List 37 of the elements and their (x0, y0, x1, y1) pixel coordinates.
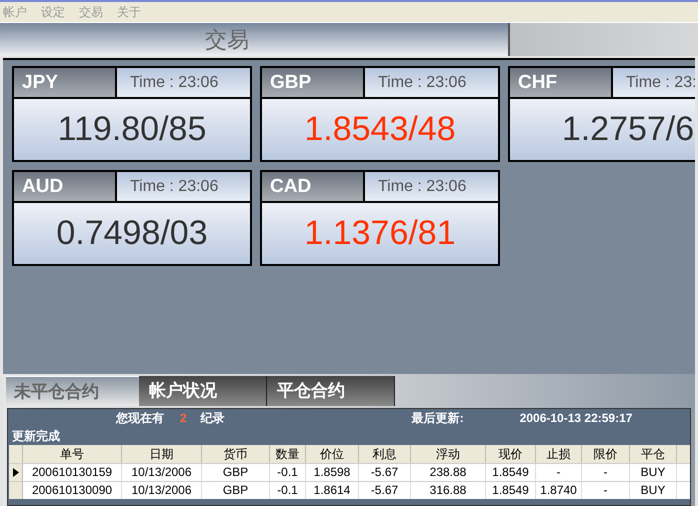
quote-price: 1.8543/48 (304, 109, 456, 150)
quote-price: 1.2757/6 (562, 109, 694, 150)
quote-time: Time : 23:06 (365, 172, 498, 201)
quote-time: Time : 23:06 (117, 172, 250, 201)
table-cell: 10/13/2006 (122, 482, 202, 499)
status-text: 更新完成 (11, 428, 61, 445)
record-count-text: 您现在有 (116, 410, 164, 427)
last-updated-value: 2006-10-13 22:59:17 (520, 410, 632, 427)
record-count: 2 (180, 410, 187, 427)
quote-price: 1.1376/81 (304, 213, 456, 254)
tab[interactable]: 帐户状况 (139, 376, 267, 406)
table-cell: -5.67 (359, 482, 411, 499)
row-header[interactable] (9, 464, 23, 481)
currency-label: GBP (262, 68, 365, 97)
table-cell: 316.88 (411, 482, 486, 499)
section-title: 交易 (205, 26, 249, 54)
table-cell: 1.8549 (486, 482, 536, 499)
table-cell: BUY (630, 482, 677, 499)
table-cell: 200610130090 (23, 482, 122, 499)
current-row-icon (12, 468, 18, 477)
quote-time: Time : 23:06 (365, 68, 498, 97)
tab[interactable]: 平仓合约 (267, 376, 395, 406)
quote-time: Time : 23: (613, 68, 695, 97)
quote-time: Time : 23:06 (117, 68, 250, 97)
table-cell: 1.8740 (536, 482, 582, 499)
last-updated-label: 最后更新: (412, 410, 464, 427)
quote-price: 0.7498/03 (56, 213, 208, 254)
table-cell: -0.1 (270, 482, 306, 499)
currency-label: CHF (510, 68, 613, 97)
currency-label: AUD (14, 172, 117, 201)
table-cell: - (582, 482, 630, 499)
quote-price: 119.80/85 (58, 109, 206, 150)
currency-label: JPY (14, 68, 117, 97)
table-cell: GBP (202, 482, 270, 499)
table-cell: 1.8614 (306, 482, 359, 499)
record-count-suffix: 纪录 (200, 410, 225, 427)
currency-label: CAD (262, 172, 365, 201)
